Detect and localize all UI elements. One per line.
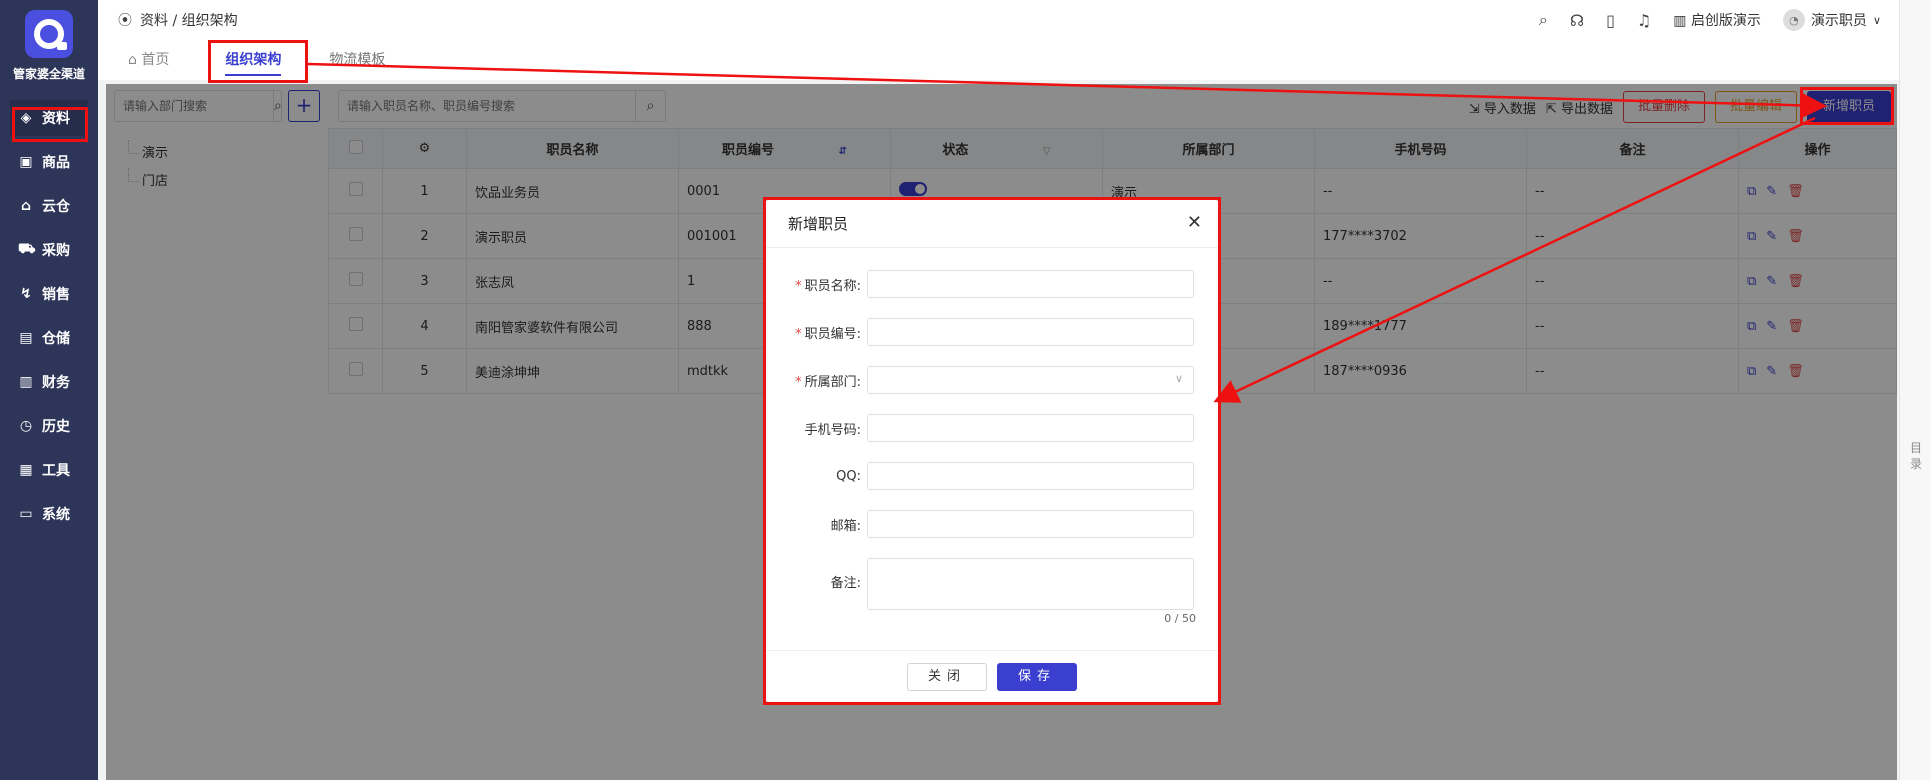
phone-label: 手机号码: — [804, 422, 861, 438]
tab-logistics-template[interactable]: 物流模板 — [315, 40, 399, 80]
top-header: ⦿ 资料 / 组织架构 ⌕ ☊ ▯ ♫ ▥ 启创版演示 ◔ 演示职员 ∨ — [98, 0, 1899, 40]
brand-name: 管家婆全渠道 — [12, 67, 85, 81]
storage-icon: ▤ — [19, 330, 33, 346]
dialog-header: 新增职员 ✕ — [766, 200, 1218, 248]
note-textarea[interactable] — [867, 558, 1194, 610]
tab-org-structure[interactable]: 组织架构 — [211, 40, 295, 80]
goods-icon: ▣ — [19, 154, 33, 170]
sidebar-item-label: 商品 — [42, 155, 70, 171]
form-row-email: 邮箱: — [766, 510, 1218, 538]
form-row-code: * 职员编号: — [766, 318, 1218, 346]
name-label-text: 职员名称 — [804, 278, 857, 294]
chart-icon: ↯ — [20, 286, 32, 302]
building-icon: ▥ — [1673, 13, 1691, 29]
chevron-down-icon: ∨ — [1872, 13, 1881, 27]
sidebar-item-label: 历史 — [42, 419, 70, 435]
breadcrumb-text: 资料 / 组织架构 — [140, 13, 238, 29]
location-pin-icon: ⦿ — [118, 13, 132, 29]
company-switch[interactable]: ▥ 启创版演示 — [1673, 10, 1761, 30]
layers-icon: ◈ — [20, 110, 32, 126]
note-label: 备注: — [830, 576, 861, 591]
dept-label-text: 所属部门 — [804, 374, 857, 390]
qq-label-text: QQ — [836, 468, 857, 484]
employee-code-input[interactable] — [867, 318, 1194, 346]
add-employee-dialog: 新增职员 ✕ * 职员名称: * 职员编号: * 所属部门: ∨ 手机号码: QQ: … — [766, 200, 1218, 702]
sidebar-item-label: 系统 — [42, 507, 70, 523]
sidebar-item-tools[interactable]: ▦ 工具 — [0, 448, 98, 492]
user-menu[interactable]: ◔ 演示职员 ∨ — [1782, 9, 1881, 31]
required-mark: * — [795, 278, 802, 294]
sidebar-item-goods[interactable]: ▣ 商品 — [0, 140, 98, 184]
finance-icon: ▥ — [19, 374, 33, 390]
close-icon[interactable]: ✕ — [1187, 212, 1202, 233]
sidebar-item-label: 云仓 — [42, 199, 70, 215]
side-directory-label: 目录 — [1910, 441, 1923, 471]
sidebar-item-label: 仓储 — [42, 331, 70, 347]
save-button[interactable]: 保存 — [997, 662, 1077, 691]
phone-input[interactable] — [867, 414, 1194, 442]
toolbox-icon: ▦ — [19, 462, 33, 478]
code-label-text: 职员编号 — [804, 326, 857, 342]
sidebar-item-label: 销售 — [42, 287, 70, 303]
sidebar-item-label: 工具 — [42, 463, 70, 479]
company-name: 启创版演示 — [1690, 13, 1761, 29]
sidebar-item-data[interactable]: ◈ 资料 — [10, 100, 88, 136]
sidebar-item-label: 财务 — [42, 375, 70, 391]
phone-label-text: 手机号码 — [804, 422, 857, 438]
sidebar-item-label: 资料 — [42, 111, 70, 127]
char-counter: 0 / 50 — [1164, 612, 1196, 625]
name-label: * 职员名称: — [795, 278, 861, 294]
dept-label: * 所属部门: — [795, 374, 861, 390]
cloud-warehouse-icon: ⌂ — [20, 198, 32, 214]
sidebar-item-finance[interactable]: ▥ 财务 — [0, 360, 98, 404]
tab-home[interactable]: ⌂ 首页 — [114, 40, 183, 80]
email-label: 邮箱: — [830, 518, 861, 534]
avatar: ◔ — [1782, 9, 1805, 31]
chevron-down-icon: ∨ — [1174, 372, 1183, 385]
note-label-text: 备注 — [830, 576, 857, 591]
app-logo[interactable] — [25, 10, 73, 58]
department-select[interactable]: ∨ — [867, 366, 1194, 394]
sidebar-item-purchase[interactable]: ⛟ 采购 — [0, 228, 98, 272]
history-icon: ◷ — [19, 418, 33, 434]
form-row-phone: 手机号码: — [766, 414, 1218, 442]
header-actions: ⌕ ☊ ▯ ♫ ▥ 启创版演示 ◔ 演示职员 ∨ — [1539, 0, 1881, 40]
search-icon[interactable]: ⌕ — [1539, 10, 1548, 30]
form-row-qq: QQ: — [766, 462, 1218, 490]
sidebar-nav: ◈ 资料 ▣ 商品 ⌂ 云仓 ⛟ 采购 ↯ 销售 ▤ 仓储 ▥ 财务 ◷ 历史 ▦ 工具 ▭ 系统 — [0, 100, 98, 536]
sidebar-item-label: 采购 — [42, 243, 70, 259]
home-icon: ⌂ — [128, 52, 142, 68]
form-row-note: 备注: — [766, 558, 1218, 610]
code-label: * 职员编号: — [795, 326, 861, 342]
sidebar: 管家婆全渠道 ◈ 资料 ▣ 商品 ⌂ 云仓 ⛟ 采购 ↯ 销售 ▤ 仓储 ▥ 财务 ◷ 历史 ▦… — [0, 0, 98, 780]
qq-label: QQ: — [836, 468, 861, 484]
side-directory-tab[interactable]: 目录 — [1899, 0, 1931, 780]
employee-form: * 职员名称: * 职员编号: * 所属部门: ∨ 手机号码: QQ: 邮箱: 备注: — [766, 248, 1218, 610]
bell-icon[interactable]: ♫ — [1637, 11, 1651, 30]
email-input[interactable] — [867, 510, 1194, 538]
headset-icon[interactable]: ☊ — [1570, 11, 1584, 30]
monitor-icon: ▭ — [19, 506, 33, 522]
qq-input[interactable] — [867, 462, 1194, 490]
email-label-text: 邮箱 — [830, 518, 857, 534]
cart-icon: ⛟ — [18, 241, 36, 257]
form-row-name: * 职员名称: — [766, 270, 1218, 298]
required-mark: * — [795, 374, 802, 390]
dialog-title: 新增职员 — [788, 215, 849, 233]
close-button[interactable]: 关闭 — [907, 662, 987, 691]
sidebar-item-sales[interactable]: ↯ 销售 — [0, 272, 98, 316]
breadcrumb: ⦿ 资料 / 组织架构 — [118, 10, 238, 30]
sidebar-item-storage[interactable]: ▤ 仓储 — [0, 316, 98, 360]
required-mark: * — [795, 326, 802, 342]
dialog-footer: 关闭 保存 — [766, 650, 1218, 702]
form-row-dept: * 所属部门: ∨ — [766, 366, 1218, 394]
sidebar-item-cloud-warehouse[interactable]: ⌂ 云仓 — [0, 184, 98, 228]
book-icon[interactable]: ▯ — [1606, 11, 1615, 30]
sidebar-item-history[interactable]: ◷ 历史 — [0, 404, 98, 448]
user-name: 演示职员 — [1810, 13, 1867, 29]
sidebar-item-system[interactable]: ▭ 系统 — [0, 492, 98, 536]
employee-name-input[interactable] — [867, 270, 1194, 298]
tab-bar: ⌂ 首页 组织架构 物流模板 — [98, 40, 1899, 80]
tab-home-label: 首页 — [141, 52, 170, 68]
